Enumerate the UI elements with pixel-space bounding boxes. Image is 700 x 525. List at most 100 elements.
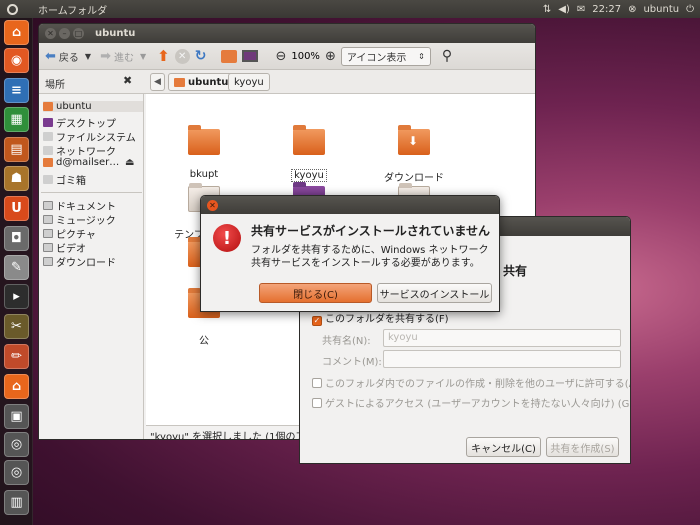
sidebar-bookmark-item[interactable]: ピクチャ [43,226,96,241]
sidebar-item-label: ピクチャ [56,230,96,241]
search-icon[interactable]: ⚲ [442,48,452,64]
place-icon [43,118,53,127]
launcher-trash-icon[interactable]: ▥ [4,490,29,515]
view-select-value: アイコン表示 [346,52,407,64]
stop-icon[interactable]: ✕ [174,48,190,64]
minimize-icon[interactable]: – [59,28,70,39]
close-icon[interactable]: ✕ [207,199,218,211]
chevron-down-icon[interactable]: ▼ [85,52,91,61]
sidebar-header[interactable]: 場所 [45,76,65,91]
place-icon [43,158,53,167]
allow-others-checkbox[interactable]: このフォルダ内でのファイルの作成・削除を他のユーザに許可する(A) [312,375,630,390]
launcher-screenshot-icon[interactable]: ◘ [4,226,29,251]
ubuntu-logo-icon[interactable] [0,0,24,18]
sidebar-place-item[interactable]: ファイルシステム [43,129,136,144]
launcher-workspaces-icon[interactable]: ▣ [4,404,29,429]
home-icon[interactable] [221,49,238,63]
network-icon[interactable]: ⇅ [543,4,551,15]
launcher-writer-icon[interactable]: ≡ [4,78,29,103]
launcher-impress-icon[interactable]: ▤ [4,137,29,162]
forward-button[interactable]: ➡ 進む ▼ [100,49,146,64]
launcher-home-folder-icon[interactable]: ⌂ [4,20,29,45]
places-sidebar: ubuntu デスクトップ ファイルシステムネットワーク d@mailser… ゴミ箱 ⏏… [39,94,144,439]
folder-icon [43,229,53,238]
file-item[interactable]: bkupt [169,125,239,180]
chevron-down-icon[interactable]: ▼ [140,52,146,61]
file-manager-titlebar[interactable]: ✕ – □ ubuntu [39,24,535,43]
launcher-ubuntu-one-icon[interactable]: U [4,196,29,221]
arrow-left-icon: ⬅ [45,48,56,64]
sidebar-item-label: ドキュメント [56,202,116,213]
sidebar-divider [41,192,142,193]
breadcrumb-label: kyoyu [234,76,264,88]
back-button[interactable]: ⬅ 戻る ▼ [45,49,91,64]
sidebar-item-label: ubuntu [56,101,92,112]
close-button[interactable]: 閉じる(C) [259,283,372,303]
create-share-button[interactable]: 共有を作成(S) [546,437,619,457]
breadcrumb-ubuntu[interactable]: ubuntu [168,73,235,91]
alert-title: 共有サービスがインストールされていません [251,224,491,238]
comment-label: コメント(M): [322,357,382,368]
eject-icon[interactable]: ⏏ [125,157,134,168]
launcher-settings-icon[interactable]: ✂ [4,314,29,339]
breadcrumb-kyoyu[interactable]: kyoyu [228,73,270,91]
sidebar-place-item[interactable]: デスクトップ [43,115,116,130]
launcher-search-icon[interactable]: ◎ [4,432,29,457]
sidebar-bookmark-item[interactable]: ビデオ [43,240,86,255]
home-icon [174,77,185,87]
close-icon[interactable]: ✕ [45,28,56,39]
file-item[interactable]: kyoyu [274,125,344,182]
launcher-terminal-icon[interactable]: ▸ [4,284,29,309]
launcher-home-folder-2-icon[interactable]: ⌂ [4,374,29,399]
share-name-input[interactable]: kyoyu [383,329,621,347]
sidebar-item-label: デスクトップ [56,119,116,130]
maximize-icon[interactable]: □ [73,28,84,39]
comment-input[interactable] [383,350,621,368]
view-select[interactable]: アイコン表示 ⇕ [340,46,431,66]
sidebar-place-item[interactable]: ubuntu [43,101,143,112]
mail-icon[interactable]: ✉ [577,4,585,15]
user-name[interactable]: ubuntu [643,4,679,15]
up-arrow-icon[interactable]: ⬆ [157,47,170,65]
back-label: 戻る [58,52,79,64]
file-item[interactable]: ダウンロード [379,125,449,184]
sidebar-place-item[interactable]: ゴミ箱 [43,172,86,187]
share-folder-checkbox[interactable]: ✓ このフォルダを共有する(F) [312,310,449,326]
sidebar-bookmark-item[interactable]: ミュージック [43,212,116,227]
close-sidebar-icon[interactable]: ✖ [123,74,132,87]
file-label: 公 [199,336,209,347]
zoom-in-icon[interactable]: ⊕ [325,49,336,64]
sidebar-item-label: ネットワーク [56,147,116,158]
launcher-firefox-icon[interactable]: ◉ [4,48,29,73]
clock[interactable]: 22:27 [592,4,621,15]
forward-label: 進む [113,52,134,64]
guest-access-label: ゲストによるアクセス (ユーザーアカウントを持たない人々向け) (G) [325,399,631,410]
computer-icon[interactable] [242,50,259,62]
alert-titlebar[interactable]: ✕ [201,196,499,214]
sidebar-bookmark-item[interactable]: ダウンロード [43,254,116,269]
path-scroll-left-icon[interactable]: ◀ [150,73,165,91]
launcher-pencils-icon[interactable]: ✏ [4,344,29,369]
reload-icon[interactable]: ↻ [195,48,207,64]
guest-access-checkbox[interactable]: ゲストによるアクセス (ユーザーアカウントを持たない人々向け) (G) [312,395,631,410]
launcher: ⌂ ◉ ≡ ▦ ▤ ☗ U ◘ ✎ ▸ ✂ ✏ ⌂ ▣ ◎ ◎ ▥ [0,18,33,525]
launcher-search-2-icon[interactable]: ◎ [4,460,29,485]
folder-icon [43,243,53,252]
launcher-calc-icon[interactable]: ▦ [4,107,29,132]
sidebar-place-item[interactable]: ネットワーク [43,143,116,158]
sidebar-place-item[interactable]: d@mailser… [43,157,119,168]
power-icon[interactable]: ⏻ [686,4,694,15]
chevron-updown-icon: ⇕ [418,51,425,61]
alert-dialog: ✕ ! 共有サービスがインストールされていません フォルダを共有するために、Wi… [200,195,500,312]
place-icon [43,102,53,111]
location-bar: 場所 ✖ ◀ ubuntu kyoyu [39,70,535,94]
sidebar-item-label: ミュージック [56,216,116,227]
zoom-out-icon[interactable]: ⊖ [275,49,286,64]
volume-icon[interactable]: ◀) [558,4,570,15]
sidebar-bookmark-item[interactable]: ドキュメント [43,198,116,213]
launcher-text-editor-icon[interactable]: ✎ [4,255,29,280]
cancel-button[interactable]: キャンセル(C) [466,437,541,457]
arrow-right-icon: ➡ [100,48,111,64]
launcher-software-center-icon[interactable]: ☗ [4,166,29,191]
install-service-button[interactable]: サービスのインストール [377,283,492,303]
